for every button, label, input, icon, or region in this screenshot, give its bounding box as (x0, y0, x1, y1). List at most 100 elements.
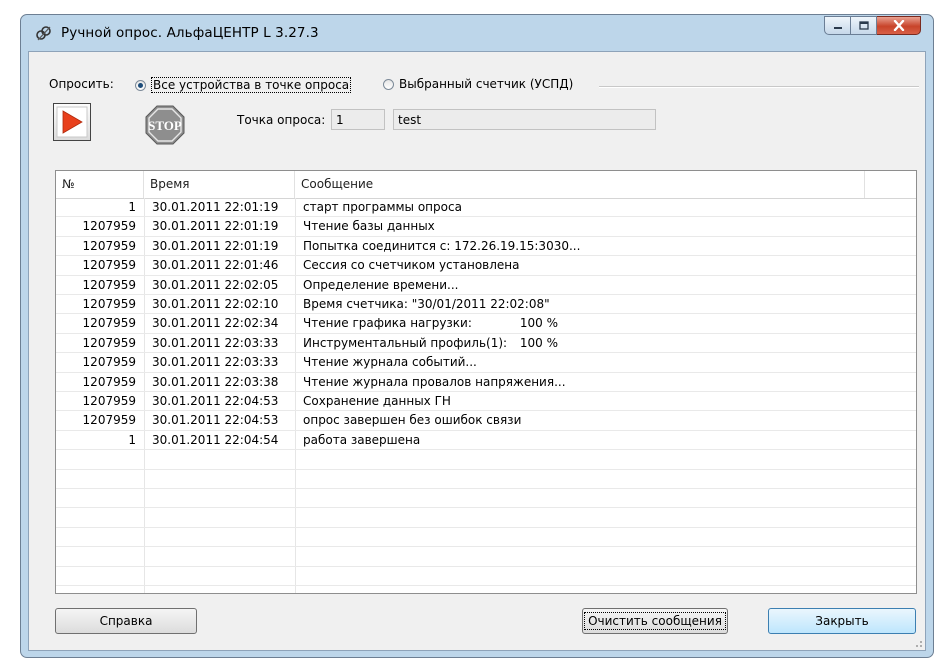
column-header-message[interactable]: Сообщение (295, 171, 865, 198)
column-header-time[interactable]: Время (144, 171, 295, 198)
cell-message: работа завершена (303, 432, 421, 447)
column-header-number[interactable]: № (56, 171, 144, 198)
dialog-body: Опросить: Все устройства в точке опроса … (28, 51, 926, 651)
table-row[interactable]: 1207959 30.01.2011 22:03:38 Чтение журнала… (56, 373, 916, 392)
empty-row (56, 450, 916, 470)
cell-time: 30.01.2011 22:01:19 (152, 219, 279, 234)
cell-time: 30.01.2011 22:03:33 (152, 355, 279, 370)
cell-number: 1207959 (82, 277, 136, 292)
message-log-table: № Время Сообщение 1 30.01.2011 22:01:19 ст… (55, 170, 917, 594)
cell-message: Инструментальный профиль(1): (303, 335, 508, 350)
resize-grip-icon[interactable] (913, 638, 923, 648)
table-row[interactable]: 1207959 30.01.2011 22:01:46 Сессия со счет… (56, 256, 916, 276)
minimize-button[interactable] (824, 16, 851, 35)
minimize-icon (833, 26, 842, 29)
window-controls (824, 16, 921, 35)
cell-time: 30.01.2011 22:04:53 (152, 394, 279, 408)
cell-number: 1207959 (82, 219, 136, 234)
help-button-label: Справка (99, 614, 153, 628)
cell-number: 1207959 (82, 355, 136, 370)
radio-all-devices-label: Все устройства в точке опроса (151, 77, 352, 93)
empty-row (56, 508, 916, 528)
table-row[interactable]: 1207959 30.01.2011 22:01:19 Чтение базы да… (56, 217, 916, 237)
close-icon (893, 20, 904, 31)
clear-messages-button[interactable]: Очистить сообщения (582, 608, 728, 634)
cell-number: 1207959 (82, 316, 136, 331)
maximize-icon (858, 21, 869, 30)
empty-row (56, 528, 916, 548)
cell-message: Попытка соединится с: 172.26.19.15:3030.… (303, 238, 581, 253)
table-row[interactable]: 1207959 30.01.2011 22:02:34 Чтение графика… (56, 314, 916, 334)
stop-label: STOP (148, 118, 182, 133)
stop-sign-icon: STOP (145, 105, 185, 145)
cell-message: Чтение журнала событий... (303, 355, 477, 370)
table-row[interactable]: 1207959 30.01.2011 22:04:53 Сохранение дан… (56, 392, 916, 412)
cell-time: 30.01.2011 22:04:54 (152, 432, 279, 447)
table-row[interactable]: 1 30.01.2011 22:01:19 старт программы опро… (56, 198, 916, 218)
cell-message: опрос завершен без ошибок связи (303, 413, 522, 428)
cell-message: Чтение графика нагрузки: (303, 316, 472, 331)
cell-number: 1 (128, 200, 136, 214)
cell-time: 30.01.2011 22:02:34 (152, 316, 279, 331)
cell-number: 1207959 (82, 394, 136, 408)
cell-number: 1 (128, 432, 136, 447)
cell-number: 1207959 (82, 335, 136, 350)
empty-row (56, 470, 916, 489)
cell-number: 1207959 (82, 413, 136, 428)
app-logo-icon (36, 26, 51, 41)
cell-message: Сохранение данных ГН (303, 394, 451, 408)
radio-selected-meter[interactable]: Выбранный счетчик (УСПД) (383, 77, 573, 91)
cell-number: 1207959 (82, 258, 136, 273)
table-row[interactable]: 1207959 30.01.2011 22:03:33 Чтение журнала… (56, 353, 916, 373)
table-row[interactable]: 1207959 30.01.2011 22:04:53 опрос завершен… (56, 411, 916, 431)
radio-all-devices[interactable]: Все устройства в точке опроса (135, 77, 352, 93)
column-header-filler (865, 171, 916, 198)
maximize-button[interactable] (851, 16, 877, 35)
cell-time: 30.01.2011 22:02:10 (152, 297, 279, 311)
cell-time: 30.01.2011 22:03:38 (152, 374, 279, 389)
poll-point-label: Точка опроса: (237, 113, 326, 127)
empty-row (56, 489, 916, 509)
cell-time: 30.01.2011 22:01:19 (152, 200, 279, 214)
close-button-label: Закрыть (815, 614, 869, 628)
table-row[interactable]: 1207959 30.01.2011 22:02:10 Время счетчика… (56, 295, 916, 315)
table-row[interactable]: 1 30.01.2011 22:04:54 работа завершена (56, 431, 916, 451)
cell-time: 30.01.2011 22:02:05 (152, 277, 279, 292)
group-divider (599, 86, 919, 88)
cell-number: 1207959 (82, 374, 136, 389)
start-poll-button[interactable] (53, 103, 91, 141)
cell-number: 1207959 (82, 238, 136, 253)
help-button[interactable]: Справка (55, 608, 197, 634)
table-row[interactable]: 1207959 30.01.2011 22:03:33 Инструментальн… (56, 334, 916, 354)
title-bar[interactable]: Ручной опрос. АльфаЦЕНТР L 3.27.3 (21, 15, 933, 51)
table-header: № Время Сообщение (56, 171, 916, 199)
play-icon (56, 106, 88, 138)
window-title: Ручной опрос. АльфаЦЕНТР L 3.27.3 (61, 25, 319, 41)
cell-time: 30.01.2011 22:01:19 (152, 238, 279, 253)
poll-point-name: test (393, 109, 656, 130)
cell-time: 30.01.2011 22:03:33 (152, 335, 279, 350)
app-window: Ручной опрос. АльфаЦЕНТР L 3.27.3 Опроси… (20, 14, 934, 658)
cell-message: Сессия со счетчиком установлена (303, 258, 520, 273)
cell-time: 30.01.2011 22:04:53 (152, 413, 279, 428)
cell-message: Время счетчика: "30/01/2011 22:02:08" (303, 297, 550, 311)
close-window-button[interactable] (877, 16, 921, 35)
cell-number: 1207959 (82, 297, 136, 311)
cell-message: Чтение базы данных (303, 219, 435, 234)
clear-messages-button-label: Очистить сообщения (584, 612, 726, 630)
stop-poll-button[interactable]: STOP (145, 105, 185, 145)
empty-row (56, 567, 916, 586)
cell-message: Определение времени... (303, 277, 459, 292)
radio-dot (383, 78, 394, 90)
cell-time: 30.01.2011 22:01:46 (152, 258, 279, 273)
table-row[interactable]: 1207959 30.01.2011 22:02:05 Определение вр… (56, 276, 916, 295)
cell-message: старт программы опроса (303, 200, 462, 214)
radio-dot-selected (135, 79, 146, 91)
poll-label: Опросить: (49, 77, 114, 91)
cell-progress: 100 % (519, 316, 558, 331)
close-button[interactable]: Закрыть (768, 608, 916, 634)
table-row[interactable]: 1207959 30.01.2011 22:01:19 Попытка соедин… (56, 237, 916, 257)
cell-message: Чтение журнала провалов напряжения... (303, 374, 566, 389)
cell-progress: 100 % (519, 335, 558, 350)
poll-point-number: 1 (331, 109, 385, 130)
